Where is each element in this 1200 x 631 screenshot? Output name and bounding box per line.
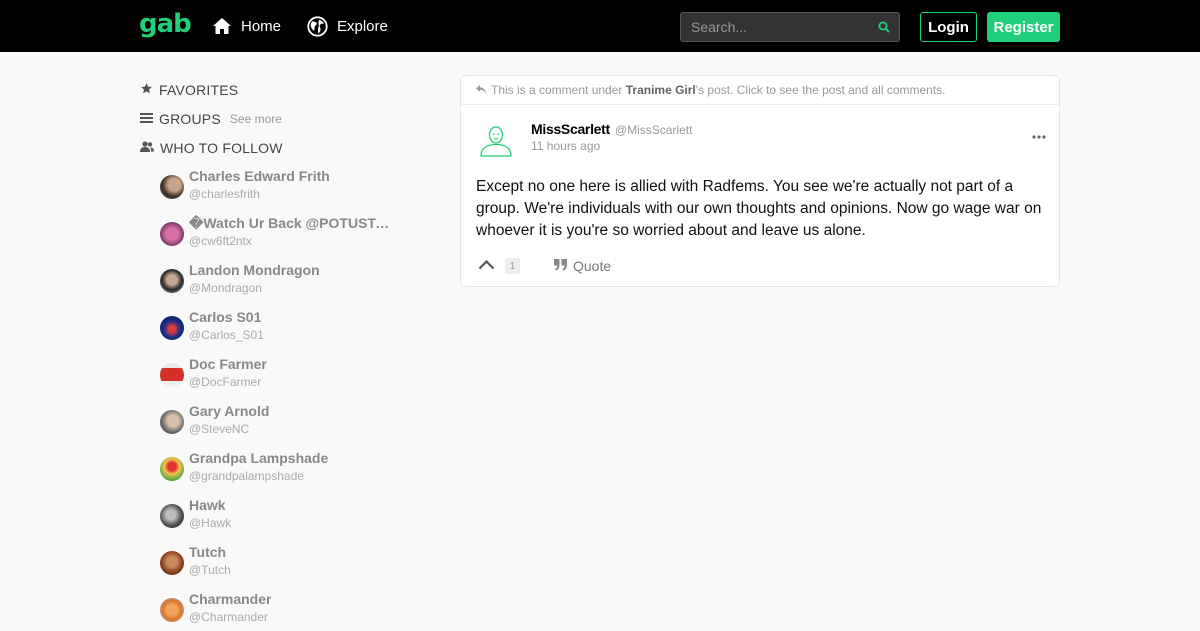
follow-name: Doc Farmer [189,356,267,372]
follow-name: Charmander [189,591,272,607]
follow-handle: @grandpalampshade [189,469,304,483]
avatar [160,269,184,293]
upvote-button[interactable] [478,257,495,275]
star-icon [140,82,153,98]
chevron-up-icon [478,257,495,275]
avatar [160,598,184,622]
follow-name: �Watch Ur Back @POTUSTrump… [189,215,394,231]
reply-arrow-icon [476,83,486,97]
groups-label: GROUPS [159,111,221,127]
author-handle: @MissScarlett [614,123,693,137]
follow-suggestion[interactable]: Hawk @Hawk [160,497,400,537]
groups-see-more-link[interactable]: See more [230,112,282,126]
list-icon [140,111,153,127]
post-card: This is a comment under Tranime Girl's p… [460,75,1060,287]
follow-handle: @cw6ft2ntx [189,234,252,248]
register-button[interactable]: Register [987,12,1060,42]
post-actions: 1 Quote [478,255,611,277]
quote-button[interactable]: Quote [554,258,611,274]
follow-handle: @charlesfrith [189,187,260,201]
favorites-label: FAVORITES [159,82,239,98]
follow-suggestion[interactable]: Landon Mondragon @Mondragon [160,262,400,302]
avatar [160,457,184,481]
follow-handle: @DocFarmer [189,375,262,389]
post-body: Except no one here is allied with Radfem… [476,178,1042,239]
author-name: MissScarlett [531,121,610,137]
post-author[interactable]: MissScarlett @MissScarlett [531,121,692,137]
who-to-follow-label: WHO TO FOLLOW [160,140,283,156]
avatar [160,410,184,434]
follow-suggestion[interactable]: Gary Arnold @SteveNC [160,403,400,443]
follow-handle: @Charmander [189,610,268,624]
users-icon [140,140,154,156]
globe-icon [307,15,328,37]
follow-name: Landon Mondragon [189,262,320,278]
top-navigation-bar: gab Home Explore Login Register [0,0,1200,52]
follow-name: Charles Edward Frith [189,168,330,184]
follow-name: Gary Arnold [189,403,270,419]
login-button[interactable]: Login [920,12,977,42]
follow-handle: @Mondragon [189,281,262,295]
sidebar-favorites[interactable]: FAVORITES [140,80,238,100]
search-box [680,12,900,42]
quote-icon [554,258,567,274]
follow-suggestion[interactable]: �Watch Ur Back @POTUSTrump… @cw6ft2ntx [160,215,400,255]
notice-prefix: This is a comment under [491,83,623,97]
avatar [160,551,184,575]
avatar [160,222,184,246]
follow-name: Grandpa Lampshade [189,450,329,466]
home-icon [212,17,232,35]
avatar [160,363,184,387]
nav-explore-label: Explore [337,17,388,35]
follow-handle: @SteveNC [189,422,250,436]
search-input[interactable] [681,13,871,41]
follow-suggestion[interactable]: Tutch @Tutch [160,544,400,584]
more-options-icon[interactable] [1032,126,1046,144]
sidebar-groups[interactable]: GROUPS See more [140,109,282,129]
post-timestamp[interactable]: 11 hours ago [531,139,600,153]
notice-suffix: 's post. Click to see the post and all c… [695,83,946,97]
follow-suggestion[interactable]: Doc Farmer @DocFarmer [160,356,400,396]
follow-suggestion[interactable]: Charmander @Charmander [160,591,400,631]
avatar [160,175,184,199]
follow-name: Carlos S01 [189,309,262,325]
follow-suggestion[interactable]: Grandpa Lampshade @grandpalampshade [160,450,400,490]
follow-handle: @Tutch [189,563,231,577]
nav-explore[interactable]: Explore [307,15,388,37]
upvote-count: 1 [505,258,520,274]
follow-name: Tutch [189,544,227,560]
follow-handle: @Hawk [189,516,232,530]
follow-suggestion[interactable]: Carlos S01 @Carlos_S01 [160,309,400,349]
gab-logo[interactable]: gab [139,9,192,39]
default-avatar-icon[interactable] [478,121,514,157]
search-icon[interactable] [878,20,890,38]
follow-name: Hawk [189,497,226,513]
parent-post-notice[interactable]: This is a comment under Tranime Girl's p… [461,76,1059,105]
follow-suggestion[interactable]: Charles Edward Frith @charlesfrith [160,168,400,208]
quote-label: Quote [573,258,612,274]
nav-home[interactable]: Home [212,15,281,37]
nav-home-label: Home [241,17,282,35]
follow-handle: @Carlos_S01 [189,328,264,342]
avatar [160,316,184,340]
notice-author[interactable]: Tranime Girl [626,83,696,97]
avatar [160,504,184,528]
sidebar-who-to-follow: WHO TO FOLLOW [140,138,283,158]
